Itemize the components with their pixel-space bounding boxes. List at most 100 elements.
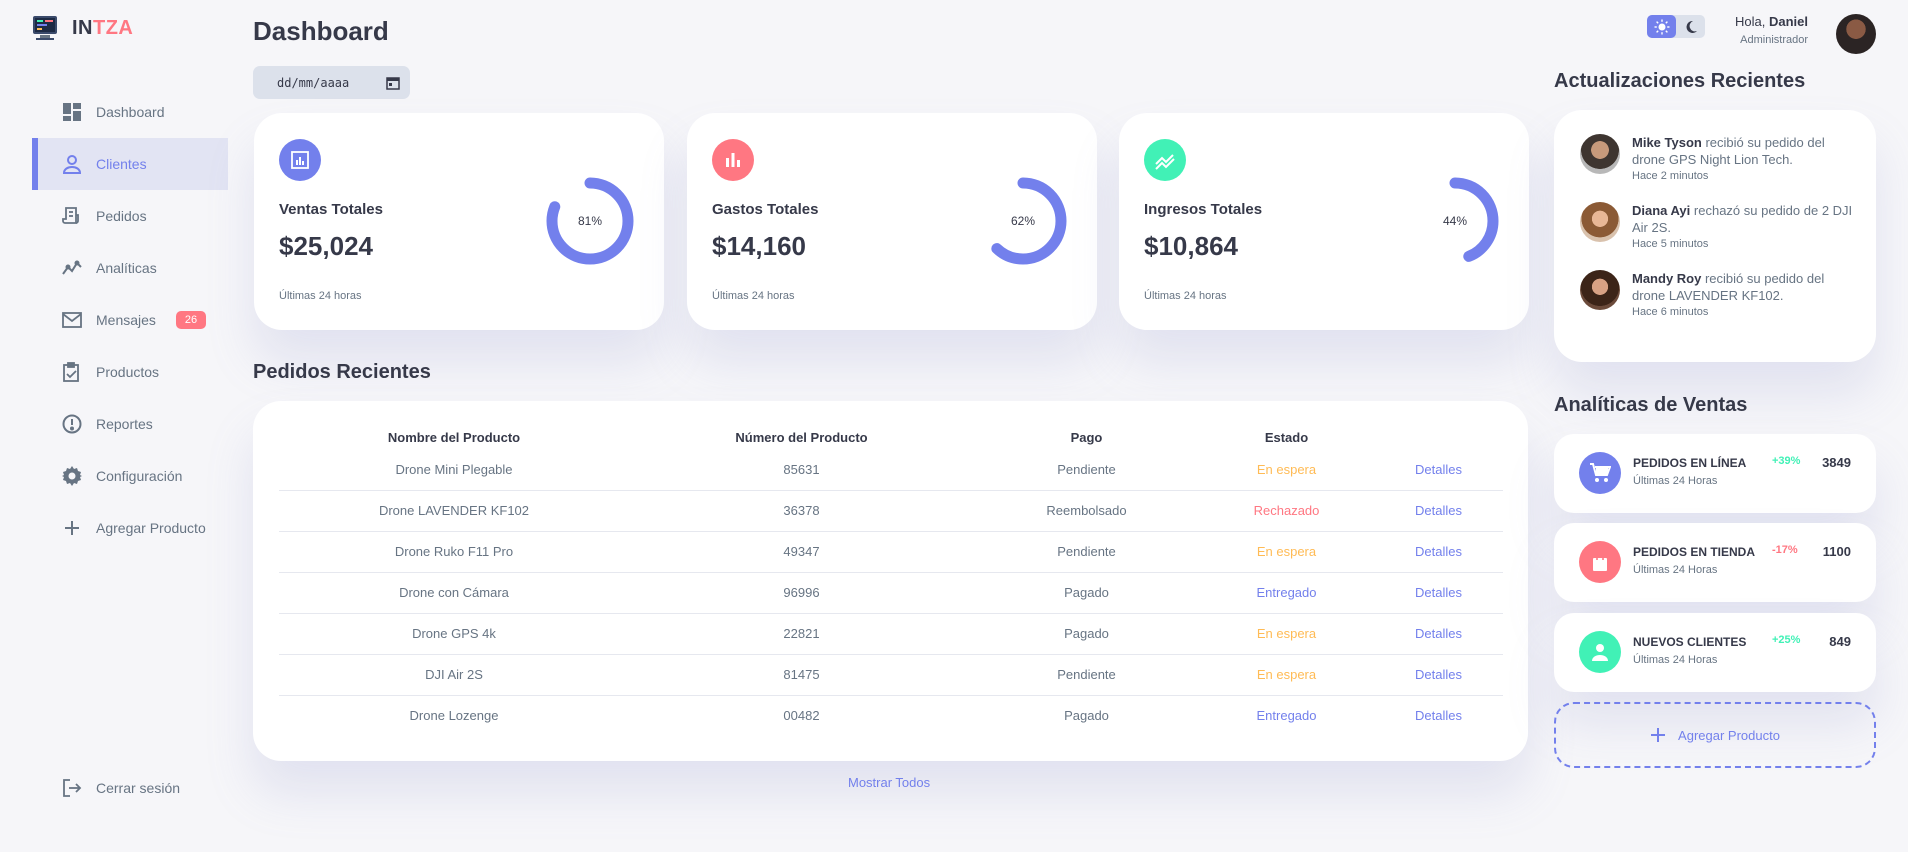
- payment-status: Reembolsado: [974, 490, 1199, 532]
- bar-chart-icon: [712, 139, 754, 181]
- insight-footer: Últimas 24 horas: [279, 290, 362, 302]
- details-link[interactable]: Detalles: [1374, 654, 1503, 696]
- details-link[interactable]: Detalles: [1374, 531, 1503, 573]
- update-user: Diana Ayi: [1632, 203, 1691, 218]
- update-text: Diana Ayi rechazó su pedido de 2 DJI Air…: [1632, 203, 1853, 235]
- update-item: Mandy Roy recibió su pedido del drone LA…: [1580, 270, 1860, 318]
- table-row: DJI Air 2S 81475 Pendiente En espera Detalle…: [279, 654, 1503, 696]
- product-number: 49347: [629, 531, 974, 573]
- stat-card-store-orders[interactable]: PEDIDOS EN TIENDA Últimas 24 Horas -17% …: [1554, 523, 1876, 602]
- update-item: Mike Tyson recibió su pedido del drone G…: [1580, 134, 1860, 182]
- stat-percentage: +25%: [1772, 634, 1801, 646]
- sidebar-item-label: Reportes: [96, 416, 153, 432]
- sidebar-item-pedidos[interactable]: Pedidos: [32, 190, 228, 242]
- column-header: [1374, 425, 1503, 449]
- details-link[interactable]: Detalles: [1374, 449, 1503, 491]
- stat-label: NUEVOS CLIENTES: [1633, 635, 1747, 649]
- avatar: [1580, 202, 1620, 242]
- payment-status: Pagado: [1064, 708, 1109, 724]
- logout-icon: [62, 778, 82, 798]
- light-mode-icon[interactable]: [1647, 15, 1676, 38]
- insight-footer: Últimas 24 horas: [1144, 290, 1227, 302]
- product-number: 81475: [629, 654, 974, 696]
- order-status: En espera: [1199, 613, 1374, 655]
- stat-card-new-customers[interactable]: NUEVOS CLIENTES Últimas 24 Horas +25% 84…: [1554, 613, 1876, 692]
- product-name: Drone con Cámara: [279, 572, 629, 614]
- sidebar-item-label: Mensajes: [96, 312, 156, 328]
- insight-card-expenses: Gastos Totales $14,160 Últimas 24 horas …: [687, 113, 1097, 330]
- avatar[interactable]: [1836, 14, 1876, 54]
- calendar-icon[interactable]: [386, 76, 400, 90]
- orders-table: Nombre del Producto Número del Producto …: [279, 425, 1503, 736]
- progress-percent: 44%: [1442, 214, 1468, 228]
- stat-value: 3849: [1822, 455, 1851, 470]
- update-time: Hace 2 minutos: [1632, 170, 1709, 182]
- update-time: Hace 5 minutos: [1632, 238, 1709, 250]
- stat-subtitle: Últimas 24 Horas: [1633, 475, 1718, 487]
- progress-percent: 62%: [1010, 214, 1036, 228]
- page-title: Dashboard: [253, 16, 389, 46]
- stat-label: PEDIDOS EN TIENDA: [1633, 545, 1756, 559]
- logout-button[interactable]: Cerrar sesión: [32, 762, 228, 814]
- details-link[interactable]: Detalles: [1374, 572, 1503, 614]
- add-product-button[interactable]: Agregar Producto: [1554, 702, 1876, 768]
- sidebar-item-reportes[interactable]: Reportes: [32, 398, 228, 450]
- payment-status: Pendiente: [974, 654, 1199, 696]
- order-status: En espera: [1199, 449, 1374, 491]
- column-header: Nombre del Producto: [387, 429, 521, 445]
- sidebar-item-clientes[interactable]: Clientes: [32, 138, 228, 190]
- sidebar-item-mensajes[interactable]: Mensajes 26: [32, 294, 228, 346]
- product-number: 36378: [629, 490, 974, 532]
- details-link[interactable]: Detalles: [1374, 613, 1503, 655]
- payment-status: Pagado: [974, 613, 1199, 655]
- avatar: [1580, 270, 1620, 310]
- details-link[interactable]: Detalles: [1374, 490, 1503, 532]
- progress-percent: 81%: [577, 214, 603, 228]
- sidebar-item-label: Clientes: [96, 156, 147, 172]
- order-status: En espera: [1199, 531, 1374, 573]
- receipt-icon: [62, 206, 82, 226]
- stat-percentage: -17%: [1772, 544, 1798, 556]
- table-row: Drone GPS 4k 22821 Pagado En espera Detalles: [279, 613, 1503, 655]
- sidebar-item-productos[interactable]: Productos: [32, 346, 228, 398]
- sidebar: Dashboard Clientes Pedidos Analíticas Me…: [32, 0, 228, 852]
- product-number: 00482: [783, 708, 820, 724]
- details-link[interactable]: Detalles: [1374, 695, 1503, 736]
- report-icon: [62, 414, 82, 434]
- sidebar-item-label: Pedidos: [96, 208, 147, 224]
- insight-label: Ventas Totales: [279, 201, 383, 218]
- update-item: Diana Ayi rechazó su pedido de 2 DJI Air…: [1580, 202, 1860, 250]
- table-row: Drone con Cámara 96996 Pagado Entregado Deta…: [279, 572, 1503, 614]
- product-name: Drone Lozenge: [409, 708, 499, 724]
- table-row: Drone Mini Plegable 85631 Pendiente En espe…: [279, 449, 1503, 491]
- table-header-row: Nombre del Producto Número del Producto …: [279, 425, 1503, 449]
- inventory-icon: [62, 362, 82, 382]
- update-text: Mike Tyson recibió su pedido del drone G…: [1632, 135, 1825, 167]
- update-text: Mandy Roy recibió su pedido del drone LA…: [1632, 271, 1825, 303]
- sidebar-item-analiticas[interactable]: Analíticas: [32, 242, 228, 294]
- table-row: Drone LAVENDER KF102 36378 Reembolsado Rech…: [279, 490, 1503, 532]
- theme-toggle[interactable]: [1647, 15, 1705, 38]
- date-input[interactable]: dd/mm/aaaa: [253, 66, 410, 99]
- stat-percentage: +39%: [1772, 455, 1801, 467]
- sidebar-item-label: Agregar Producto: [96, 520, 206, 536]
- update-time: Hace 6 minutos: [1632, 306, 1709, 318]
- logout-label: Cerrar sesión: [96, 780, 181, 796]
- stat-label: PEDIDOS EN LÍNEA: [1633, 456, 1747, 470]
- stat-subtitle: Últimas 24 Horas: [1633, 654, 1718, 666]
- product-name: Drone GPS 4k: [279, 613, 629, 655]
- sidebar-item-label: Productos: [96, 364, 160, 380]
- message-count-badge: 26: [175, 311, 207, 329]
- recent-orders-card: Nombre del Producto Número del Producto …: [253, 401, 1528, 761]
- gear-icon: [62, 466, 82, 486]
- sidebar-item-configuracion[interactable]: Configuración: [32, 450, 228, 502]
- dark-mode-icon[interactable]: [1676, 15, 1705, 38]
- order-status: Rechazado: [1199, 490, 1374, 532]
- stat-card-online-orders[interactable]: PEDIDOS EN LÍNEA Últimas 24 Horas +39% 3…: [1554, 434, 1876, 513]
- sidebar-item-label: Dashboard: [96, 104, 165, 120]
- sidebar-item-agregar-producto[interactable]: Agregar Producto: [32, 502, 228, 554]
- show-all-link[interactable]: Mostrar Todos: [848, 775, 930, 790]
- product-name: Drone Mini Plegable: [279, 449, 629, 491]
- sidebar-item-dashboard[interactable]: Dashboard: [32, 86, 228, 138]
- order-status: Entregado: [1256, 708, 1317, 724]
